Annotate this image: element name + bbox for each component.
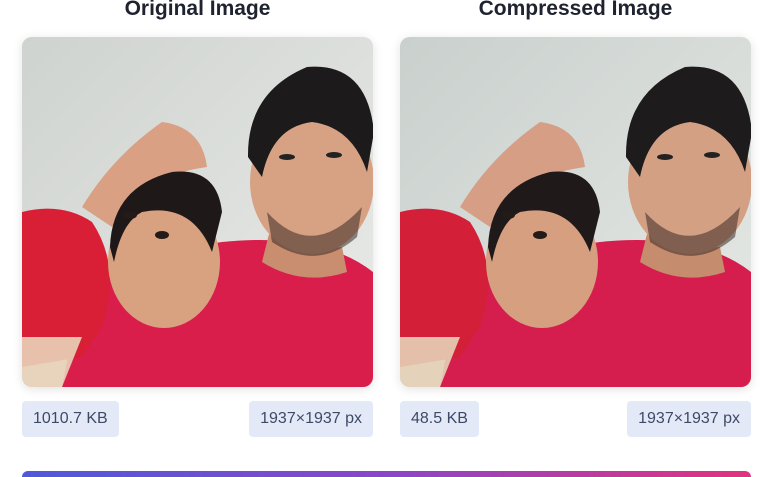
original-file-size-badge: 1010.7 KB	[22, 401, 119, 437]
photo-illustration	[400, 37, 751, 387]
original-image-title: Original Image	[124, 0, 271, 20]
image-compression-result: Original Image 1010.7 KB 1937×1937 px Co…	[0, 0, 768, 477]
compressed-image-title: Compressed Image	[478, 0, 673, 20]
photo-illustration	[22, 37, 373, 387]
original-image-preview	[22, 37, 373, 387]
compressed-file-size-badge: 48.5 KB	[400, 401, 479, 437]
download-button[interactable]	[22, 471, 751, 477]
compressed-image-preview	[400, 37, 751, 387]
original-dimensions-badge: 1937×1937 px	[249, 401, 373, 437]
compressed-dimensions-badge: 1937×1937 px	[627, 401, 751, 437]
